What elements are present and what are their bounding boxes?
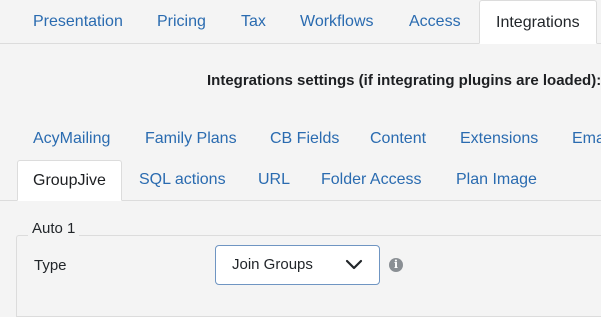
subtab-folder-access[interactable]: Folder Access	[321, 160, 421, 200]
type-select-value: Join Groups	[232, 256, 313, 273]
subtab-family-plans[interactable]: Family Plans	[145, 119, 237, 159]
fieldset-legend: Auto 1	[28, 220, 80, 237]
tab-access[interactable]: Access	[409, 0, 461, 43]
subtab-url[interactable]: URL	[258, 160, 290, 200]
subtab-content[interactable]: Content	[370, 119, 426, 159]
subtab-extensions[interactable]: Extensions	[460, 119, 538, 159]
integrations-settings-title: Integrations settings (if integrating pl…	[207, 72, 601, 89]
subtab-cb-fields[interactable]: CB Fields	[270, 119, 339, 159]
main-tab-bar: Presentation Pricing Tax Workflows Acces…	[0, 0, 601, 44]
tab-presentation[interactable]: Presentation	[33, 0, 123, 43]
chevron-down-icon	[345, 259, 363, 270]
tab-workflows[interactable]: Workflows	[300, 0, 374, 43]
tab-pricing[interactable]: Pricing	[157, 0, 206, 43]
subtab-plan-image[interactable]: Plan Image	[456, 160, 537, 200]
subtab-email[interactable]: Ema	[572, 119, 601, 159]
subtab-sql-actions[interactable]: SQL actions	[139, 160, 226, 200]
tab-tax[interactable]: Tax	[241, 0, 266, 43]
tab-integrations[interactable]: Integrations	[479, 0, 597, 44]
subtab-groupjive[interactable]: GroupJive	[17, 160, 122, 201]
type-select[interactable]: Join Groups	[215, 245, 380, 285]
info-icon[interactable]: i	[389, 258, 403, 272]
type-label: Type	[34, 257, 67, 274]
subtab-acymailing[interactable]: AcyMailing	[33, 119, 110, 159]
